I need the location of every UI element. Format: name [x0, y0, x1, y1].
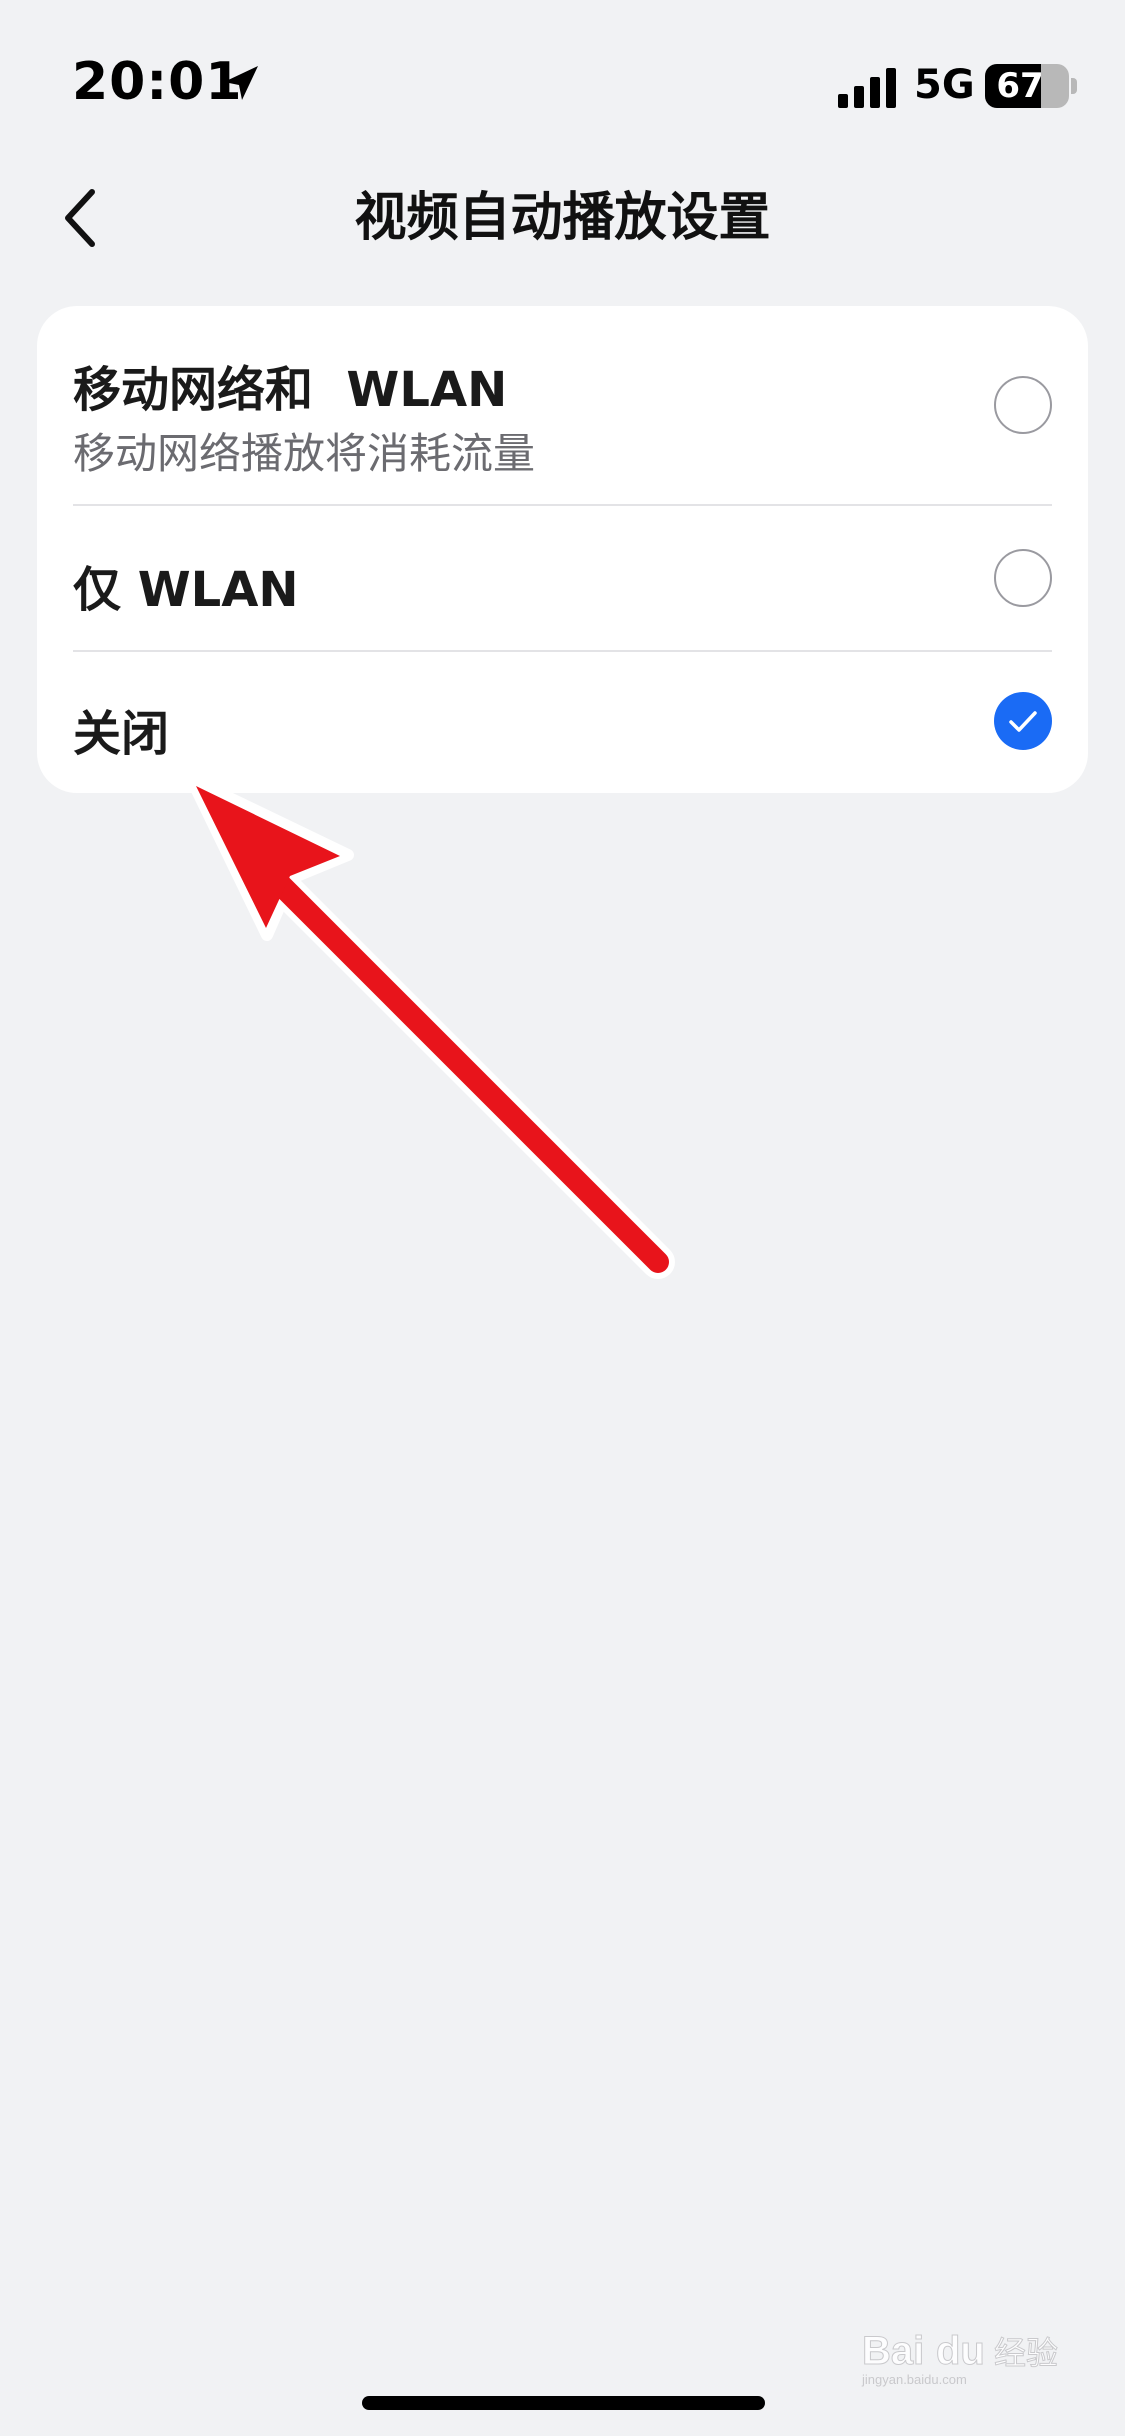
option-off[interactable]: 关闭	[73, 652, 1052, 793]
baidu-jingyan-watermark: Bai du 经验 jingyan.baidu.com	[858, 2318, 1098, 2388]
radio-button-unchecked[interactable]	[994, 549, 1052, 607]
option-title: 移动网络和 WLAN	[73, 362, 508, 418]
option-mobile-and-wlan[interactable]: 移动网络和 WLAN 移动网络播放将消耗流量	[73, 306, 1052, 506]
chevron-left-icon	[65, 189, 95, 247]
status-bar: 20:01 5G 67	[0, 0, 1125, 150]
option-subtitle: 移动网络播放将消耗流量	[73, 429, 536, 478]
option-title: 仅 WLAN	[73, 562, 299, 618]
option-wlan-only[interactable]: 仅 WLAN	[73, 506, 1052, 652]
checkmark-icon	[1009, 711, 1037, 732]
network-type-label: 5G	[914, 62, 975, 108]
back-button[interactable]	[50, 178, 110, 258]
option-title: 关闭	[73, 706, 170, 762]
battery-tip	[1071, 78, 1077, 94]
svg-text:du: du	[936, 2329, 985, 2373]
battery-level-text: 67	[996, 66, 1044, 106]
location-arrow-icon	[224, 66, 258, 100]
svg-text:经验: 经验	[994, 2334, 1058, 2372]
status-time: 20:01	[72, 52, 243, 112]
page-title: 视频自动播放设置	[354, 188, 771, 248]
autoplay-options-card: 移动网络和 WLAN 移动网络播放将消耗流量 仅 WLAN 关闭	[37, 306, 1088, 793]
svg-text:jingyan.baidu.com: jingyan.baidu.com	[861, 2372, 967, 2387]
cellular-signal-icon	[838, 68, 896, 108]
radio-button-unchecked[interactable]	[994, 376, 1052, 434]
svg-text:Bai: Bai	[862, 2329, 924, 2373]
home-indicator[interactable]	[362, 2396, 765, 2410]
radio-button-checked[interactable]	[994, 692, 1052, 750]
battery-icon: 67	[985, 64, 1069, 108]
